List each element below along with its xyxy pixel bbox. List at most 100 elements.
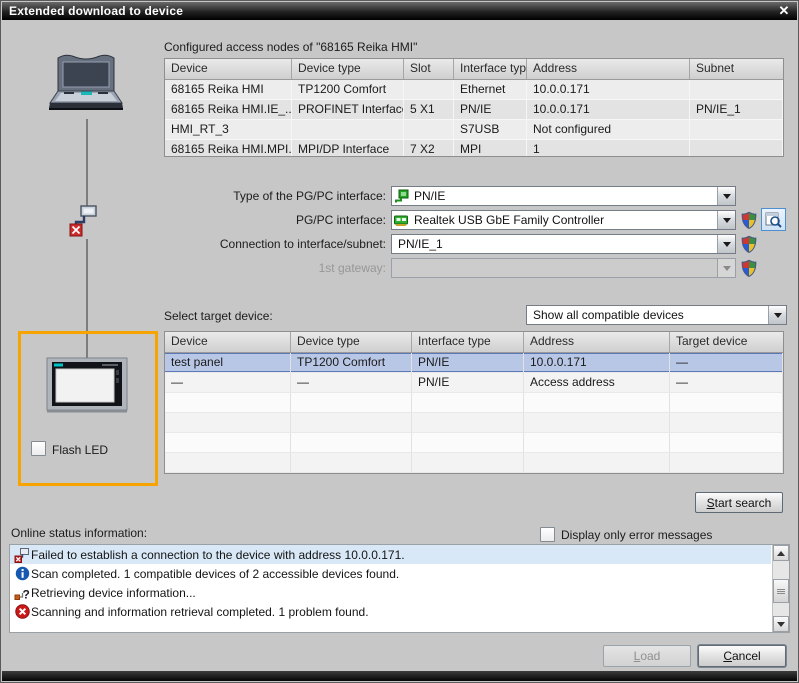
column-header[interactable]: Address [527, 59, 690, 79]
table-row[interactable]: ——PN/IEAccess address— [165, 373, 783, 393]
column-header[interactable]: Target device [670, 332, 783, 352]
chevron-down-icon[interactable] [768, 306, 786, 324]
table-cell: Not configured [527, 120, 690, 139]
access-nodes-table-body: 68165 Reika HMITP1200 ComfortEthernet10.… [165, 80, 783, 156]
table-cell [670, 393, 783, 412]
table-cell [165, 413, 291, 432]
accessible-devices-search-button[interactable] [761, 208, 786, 231]
column-header[interactable]: Slot [404, 59, 454, 79]
table-cell [412, 453, 524, 472]
chevron-down-icon[interactable] [717, 211, 735, 229]
first-gateway-label: 1st gateway: [156, 261, 386, 275]
table-row[interactable] [165, 433, 783, 453]
display-errors-checkbox[interactable] [540, 527, 555, 542]
status-message-row[interactable]: Scanning and information retrieval compl… [10, 602, 771, 621]
table-cell [412, 413, 524, 432]
table-row[interactable]: 68165 Reika HMI.IE_...PROFINET Interface… [165, 100, 783, 120]
table-cell: test panel [165, 353, 291, 372]
pgpc-type-value: PN/IE [410, 189, 717, 203]
table-cell: 68165 Reika HMI [165, 80, 292, 99]
table-row[interactable]: 68165 Reika HMITP1200 ComfortEthernet10.… [165, 80, 783, 100]
status-message-text: Scan completed. 1 compatible devices of … [31, 567, 399, 581]
info-icon [13, 566, 31, 581]
access-nodes-table: DeviceDevice typeSlotInterface typeAddre… [164, 58, 784, 157]
table-cell [292, 120, 404, 139]
table-cell: 10.0.0.171 [527, 80, 690, 99]
start-search-button[interactable]: Start search [695, 492, 783, 513]
target-device-table-body: test panelTP1200 ComfortPN/IE10.0.0.171—… [165, 353, 783, 473]
connection-subnet-value: PN/IE_1 [392, 237, 717, 251]
table-cell [690, 140, 783, 156]
column-header[interactable]: Device type [292, 59, 404, 79]
retrieving-icon: ? [13, 585, 31, 601]
scroll-down-icon[interactable] [773, 616, 789, 632]
network-card-icon [392, 214, 410, 227]
table-cell: Access address [524, 373, 670, 392]
column-header[interactable]: Interface type [454, 59, 527, 79]
table-cell: MPI/DP Interface [292, 140, 404, 156]
status-message-row[interactable]: Scan completed. 1 compatible devices of … [10, 564, 771, 583]
table-cell [524, 413, 670, 432]
table-cell [291, 453, 412, 472]
table-cell [404, 120, 454, 139]
cancel-button[interactable]: Cancel [698, 645, 786, 667]
column-header[interactable]: Address [524, 332, 670, 352]
table-row[interactable] [165, 393, 783, 413]
connection-subnet-dropdown[interactable]: PN/IE_1 [391, 234, 736, 254]
table-cell: 10.0.0.171 [524, 353, 670, 372]
table-cell: PROFINET Interface [292, 100, 404, 119]
table-row[interactable]: test panelTP1200 ComfortPN/IE10.0.0.171— [165, 353, 783, 373]
chevron-down-icon[interactable] [717, 235, 735, 253]
column-header[interactable]: Subnet [690, 59, 783, 79]
table-row[interactable] [165, 453, 783, 473]
display-errors-label: Display only error messages [561, 528, 712, 542]
table-cell: — [670, 373, 783, 392]
uac-shield-icon [740, 259, 758, 278]
status-message-row[interactable]: Failed to establish a connection to the … [10, 545, 771, 564]
flash-led-checkbox[interactable] [31, 441, 46, 456]
pg-laptop-image [46, 53, 126, 119]
flash-led-label: Flash LED [52, 443, 108, 457]
status-scrollbar[interactable] [772, 545, 789, 632]
uac-shield-icon [740, 211, 758, 230]
table-cell [404, 80, 454, 99]
table-row[interactable]: 68165 Reika HMI.MPI...MPI/DP Interface7 … [165, 140, 783, 156]
connection-line-upper [86, 119, 88, 207]
table-cell: PN/IE [412, 353, 524, 372]
table-cell [670, 413, 783, 432]
accessible-devices-search-icon [765, 212, 782, 228]
uac-shield-icon [740, 235, 758, 254]
column-header[interactable]: Device type [291, 332, 412, 352]
status-message-text: Failed to establish a connection to the … [31, 548, 405, 562]
chevron-down-icon[interactable] [717, 187, 735, 205]
column-header[interactable]: Device [165, 59, 292, 79]
status-message-text: Retrieving device information... [31, 586, 196, 600]
extended-download-dialog: Extended download to device ✕ [0, 0, 799, 683]
table-cell [524, 393, 670, 412]
pgpc-interface-dropdown[interactable]: Realtek USB GbE Family Controller [391, 210, 736, 230]
status-message-row[interactable]: ?Retrieving device information... [10, 583, 771, 602]
table-cell [690, 120, 783, 139]
table-cell [670, 433, 783, 452]
device-filter-dropdown[interactable]: Show all compatible devices [526, 305, 787, 325]
status-message-text: Scanning and information retrieval compl… [31, 605, 369, 619]
column-header[interactable]: Device [165, 332, 291, 352]
table-cell: 68165 Reika HMI.IE_... [165, 100, 292, 119]
table-row[interactable] [165, 413, 783, 433]
table-row[interactable]: HMI_RT_3S7USBNot configured [165, 120, 783, 140]
target-device-table: DeviceDevice typeInterface typeAddressTa… [164, 331, 784, 474]
close-icon[interactable]: ✕ [776, 2, 792, 20]
table-cell [165, 433, 291, 452]
table-cell: HMI_RT_3 [165, 120, 292, 139]
device-filter-value: Show all compatible devices [527, 308, 768, 322]
table-cell [165, 453, 291, 472]
access-nodes-label: Configured access nodes of "68165 Reika … [164, 40, 417, 54]
table-cell [524, 433, 670, 452]
column-header[interactable]: Interface type [412, 332, 524, 352]
scroll-thumb[interactable] [773, 579, 789, 603]
table-cell [690, 80, 783, 99]
pgpc-type-dropdown[interactable]: PN/IE [391, 186, 736, 206]
scroll-up-icon[interactable] [773, 545, 789, 561]
error-icon [13, 604, 31, 619]
load-button[interactable]: Load [603, 645, 691, 667]
